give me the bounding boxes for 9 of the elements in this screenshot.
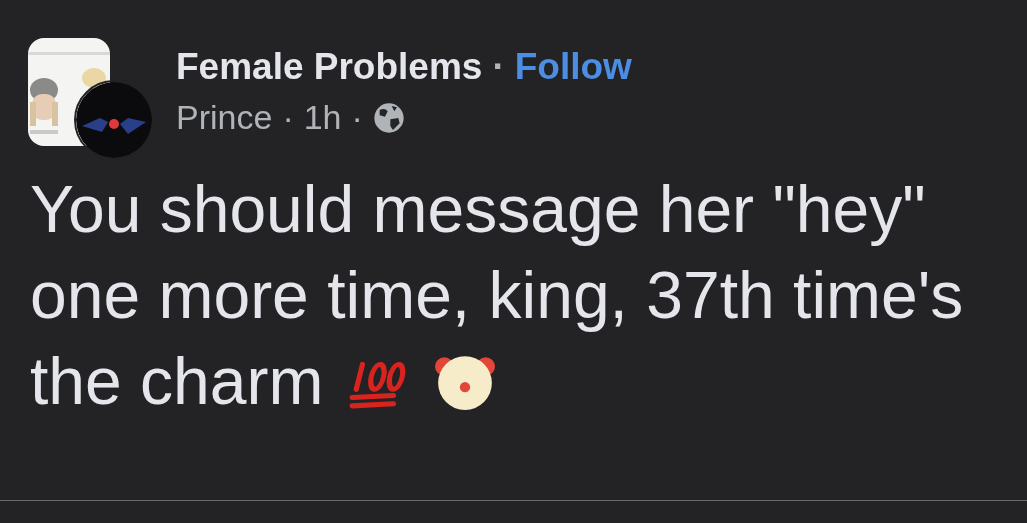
follow-link[interactable]: Follow <box>514 46 632 88</box>
separator: · <box>351 98 363 137</box>
globe-icon[interactable] <box>372 101 405 134</box>
separator: · <box>492 46 505 88</box>
post-time[interactable]: 1h <box>303 98 342 137</box>
post-text: You should message her "hey" one more time, king, 37th time's the charm <box>30 171 965 420</box>
author-name[interactable]: Prince <box>176 98 273 137</box>
separator: · <box>282 98 294 137</box>
group-name[interactable]: Female Problems <box>176 46 483 88</box>
